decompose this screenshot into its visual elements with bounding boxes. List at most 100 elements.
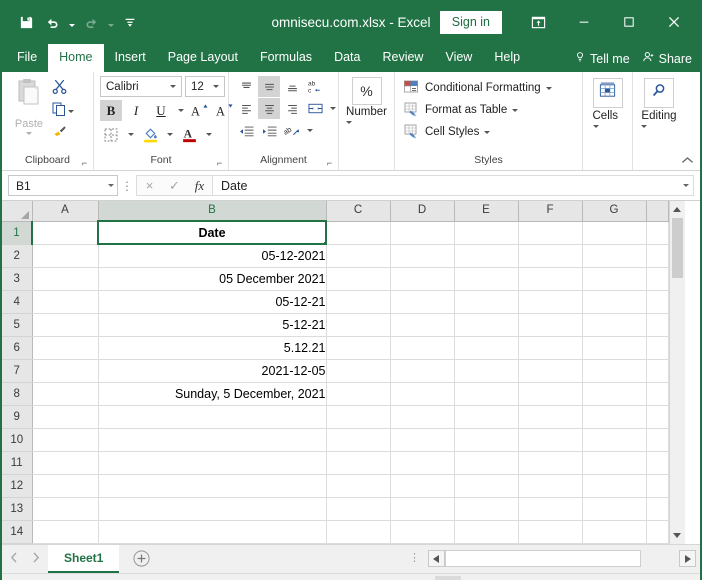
- alignment-dialog-launcher[interactable]: ⌐: [325, 159, 334, 168]
- cell-g12[interactable]: [582, 474, 647, 498]
- align-top-icon[interactable]: [235, 76, 257, 97]
- align-left-icon[interactable]: [235, 98, 257, 119]
- cell-partial-14[interactable]: [646, 520, 669, 544]
- tab-page-layout[interactable]: Page Layout: [157, 44, 249, 72]
- cell-g6[interactable]: [582, 336, 647, 360]
- increase-indent-icon[interactable]: [258, 120, 280, 141]
- cell-b7[interactable]: 2021-12-05: [98, 359, 327, 383]
- cell-partial-4[interactable]: [646, 290, 669, 314]
- select-all-corner[interactable]: [2, 201, 33, 222]
- cell-a14[interactable]: [32, 520, 99, 544]
- cell-a11[interactable]: [32, 451, 99, 475]
- align-right-icon[interactable]: [281, 98, 303, 119]
- cell-d2[interactable]: [390, 244, 455, 268]
- cell-partial-7[interactable]: [646, 359, 669, 383]
- align-center-icon[interactable]: [258, 98, 280, 119]
- cancel-entry-icon[interactable]: ×: [137, 176, 162, 195]
- cell-d4[interactable]: [390, 290, 455, 314]
- cell-partial-8[interactable]: [646, 382, 669, 406]
- copy-button[interactable]: [51, 101, 74, 121]
- cell-c5[interactable]: [326, 313, 391, 337]
- cell-g13[interactable]: [582, 497, 647, 521]
- undo-dropdown-icon[interactable]: [66, 10, 77, 34]
- next-sheet-icon[interactable]: [32, 550, 40, 568]
- number-dropdown-icon[interactable]: [346, 121, 353, 124]
- column-header-g[interactable]: G: [582, 201, 647, 222]
- name-box-dropdown-icon[interactable]: [108, 184, 114, 187]
- share-button[interactable]: Share: [642, 50, 692, 67]
- cell-g1[interactable]: [582, 221, 647, 245]
- cell-b12[interactable]: [98, 474, 327, 498]
- cell-c7[interactable]: [326, 359, 391, 383]
- row-header-12[interactable]: 12: [2, 474, 33, 498]
- tab-help[interactable]: Help: [483, 44, 531, 72]
- horizontal-scroll-track[interactable]: [445, 550, 641, 567]
- cell-f12[interactable]: [518, 474, 583, 498]
- maximize-button[interactable]: [606, 2, 651, 42]
- vertical-scroll-track[interactable]: [670, 278, 685, 527]
- cell-a6[interactable]: [32, 336, 99, 360]
- insert-function-icon[interactable]: fx: [187, 176, 212, 195]
- italic-button[interactable]: I: [125, 100, 147, 121]
- minimize-button[interactable]: [561, 2, 606, 42]
- cell-b6[interactable]: 5.12.21: [98, 336, 327, 360]
- tab-review[interactable]: Review: [371, 44, 434, 72]
- font-name-combo[interactable]: Calibri: [100, 76, 182, 97]
- cell-g3[interactable]: [582, 267, 647, 291]
- bold-button[interactable]: B: [100, 100, 122, 121]
- cell-b5[interactable]: 5-12-21: [98, 313, 327, 337]
- cell-partial-3[interactable]: [646, 267, 669, 291]
- align-middle-icon[interactable]: [258, 76, 280, 97]
- cell-partial-13[interactable]: [646, 497, 669, 521]
- cell-f9[interactable]: [518, 405, 583, 429]
- underline-button[interactable]: U: [150, 100, 172, 121]
- orientation-dropdown-icon[interactable]: [304, 120, 315, 141]
- underline-dropdown-icon[interactable]: [175, 100, 186, 121]
- tell-me-button[interactable]: Tell me: [574, 50, 630, 67]
- cell-e5[interactable]: [454, 313, 519, 337]
- cell-a10[interactable]: [32, 428, 99, 452]
- cell-b8[interactable]: Sunday, 5 December, 2021: [98, 382, 327, 406]
- merge-dropdown-icon[interactable]: [327, 98, 338, 119]
- redo-dropdown-icon[interactable]: [105, 10, 116, 34]
- cells-dropdown-icon[interactable]: [592, 125, 599, 128]
- editing-button[interactable]: [643, 78, 674, 108]
- cell-d8[interactable]: [390, 382, 455, 406]
- cell-c3[interactable]: [326, 267, 391, 291]
- horizontal-scroll-thumb[interactable]: [445, 550, 641, 567]
- formula-input[interactable]: Date: [212, 175, 694, 196]
- cell-e1[interactable]: [454, 221, 519, 245]
- row-header-11[interactable]: 11: [2, 451, 33, 475]
- cell-a4[interactable]: [32, 290, 99, 314]
- collapse-ribbon-icon[interactable]: [681, 156, 694, 168]
- cell-g8[interactable]: [582, 382, 647, 406]
- cell-a8[interactable]: [32, 382, 99, 406]
- borders-dropdown-icon[interactable]: [125, 124, 136, 145]
- cell-c1[interactable]: [326, 221, 391, 245]
- copy-dropdown-icon[interactable]: [68, 109, 74, 113]
- orientation-icon[interactable]: ab: [281, 120, 303, 141]
- row-header-10[interactable]: 10: [2, 428, 33, 452]
- cell-d3[interactable]: [390, 267, 455, 291]
- cell-f2[interactable]: [518, 244, 583, 268]
- cell-partial-2[interactable]: [646, 244, 669, 268]
- row-header-14[interactable]: 14: [2, 520, 33, 544]
- percent-style-button[interactable]: %: [351, 77, 382, 105]
- cut-button[interactable]: [51, 79, 74, 99]
- cell-c12[interactable]: [326, 474, 391, 498]
- borders-button[interactable]: [100, 124, 122, 145]
- cell-a5[interactable]: [32, 313, 99, 337]
- cell-g5[interactable]: [582, 313, 647, 337]
- close-button[interactable]: [651, 2, 696, 42]
- cell-b3[interactable]: 05 December 2021: [98, 267, 327, 291]
- cell-c11[interactable]: [326, 451, 391, 475]
- cell-g14[interactable]: [582, 520, 647, 544]
- cell-d14[interactable]: [390, 520, 455, 544]
- cell-e14[interactable]: [454, 520, 519, 544]
- cell-c13[interactable]: [326, 497, 391, 521]
- cell-a13[interactable]: [32, 497, 99, 521]
- cell-a1[interactable]: [32, 221, 99, 245]
- cell-c8[interactable]: [326, 382, 391, 406]
- cell-f13[interactable]: [518, 497, 583, 521]
- column-header-e[interactable]: E: [454, 201, 519, 222]
